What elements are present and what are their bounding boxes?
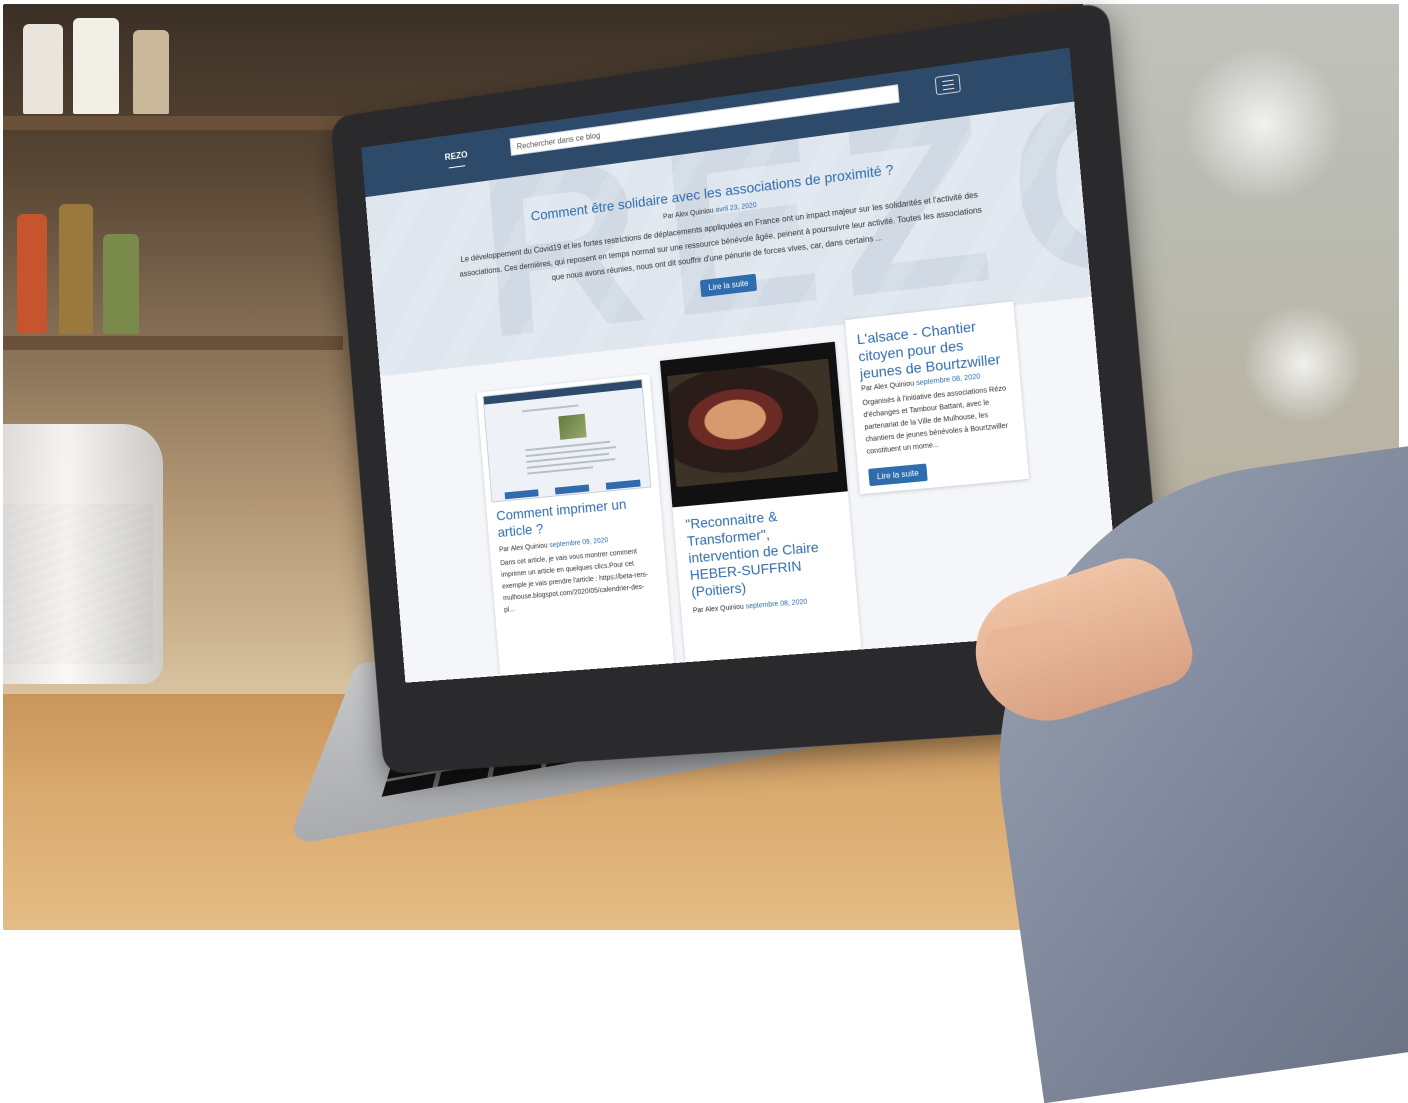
speaker-photo — [667, 358, 838, 488]
post-card: "Reconnaitre & Transformer", interventio… — [659, 341, 862, 663]
site-logo[interactable]: REZO — [440, 149, 473, 171]
hamburger-icon[interactable] — [934, 73, 961, 96]
author-name: Par Alex Quiniou — [860, 380, 915, 393]
bottle — [17, 214, 47, 334]
post-card: L'alsace - Chantier citoyen pour des jeu… — [845, 301, 1030, 495]
bottle — [133, 30, 169, 114]
bottle — [73, 18, 119, 114]
author-name: Par Alex Quiniou — [692, 603, 745, 615]
shelf — [3, 336, 343, 350]
post-card-excerpt: Dans cet article, je vais vous montrer c… — [500, 548, 649, 614]
video-thumbnail[interactable] — [659, 341, 848, 508]
shelf — [3, 116, 343, 130]
bottle — [103, 234, 139, 334]
laptop-screen: REZO Rechercher dans ce blog REZO Commen… — [361, 47, 1122, 683]
light-bokeh — [1243, 304, 1363, 424]
post-thumbnail[interactable] — [482, 378, 652, 503]
glass-pitcher — [3, 424, 163, 684]
light-bokeh — [1183, 44, 1343, 204]
post-date[interactable]: septembre 08, 2020 — [745, 599, 807, 611]
post-card-excerpt: Organisés à l'initiative des association… — [862, 385, 1009, 456]
bottle — [23, 24, 63, 114]
post-card: Comment imprimer un article ? Par Alex Q… — [476, 374, 675, 676]
author-name: Par Alex Quiniou — [498, 542, 548, 554]
post-card-title[interactable]: Comment imprimer un article ? — [496, 494, 653, 541]
bottle — [59, 204, 93, 334]
read-more-button[interactable]: Lire la suite — [868, 463, 928, 487]
post-date[interactable]: septembre 09, 2020 — [549, 537, 608, 549]
post-card-title[interactable]: "Reconnaitre & Transformer", interventio… — [685, 503, 840, 601]
